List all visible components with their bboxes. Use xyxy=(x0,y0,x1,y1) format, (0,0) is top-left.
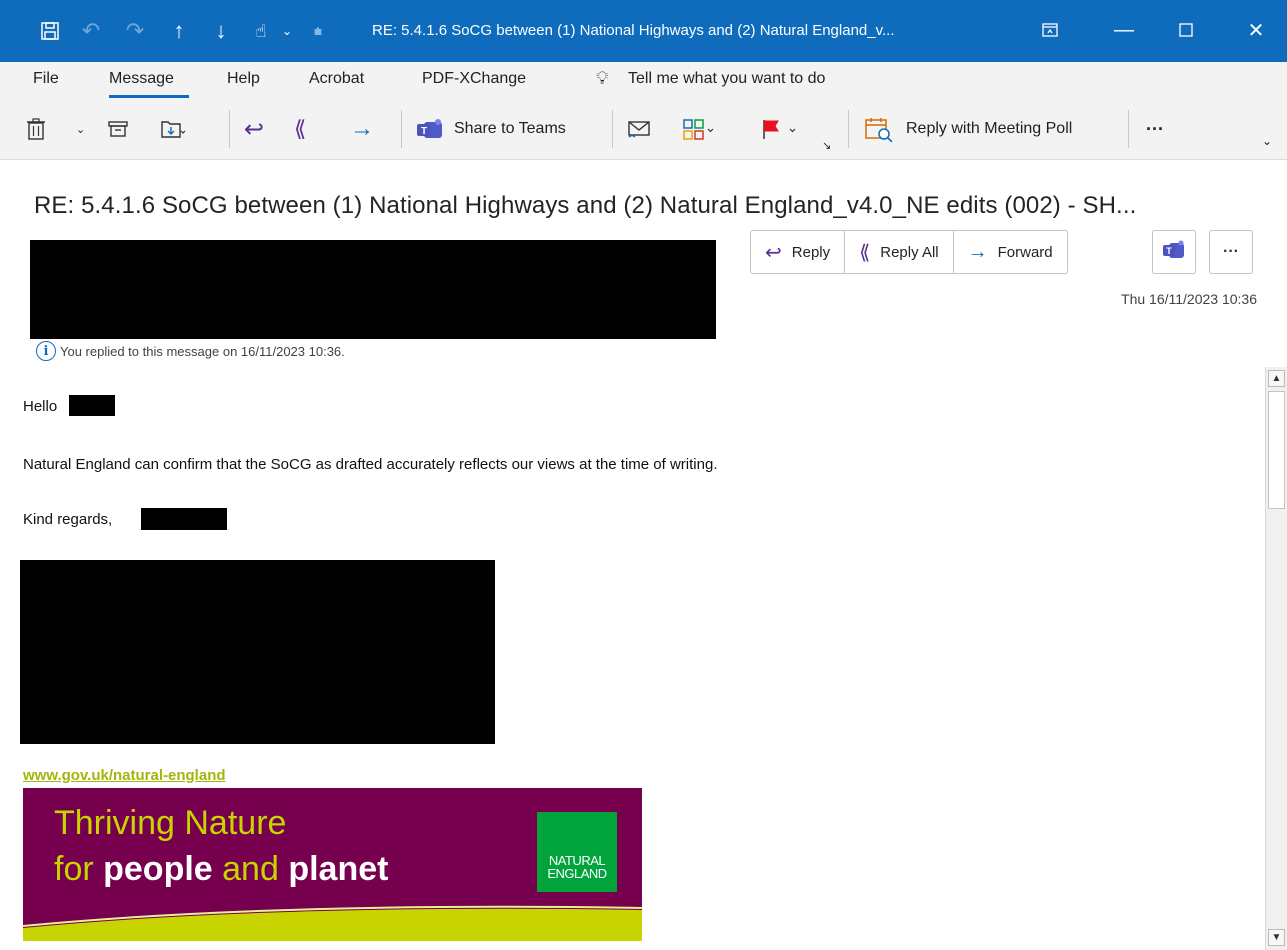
natural-england-banner: Thriving Nature for people and planet NA… xyxy=(23,788,642,941)
header-reply-all-label: Reply All xyxy=(880,243,939,261)
header-forward-label: Forward xyxy=(997,243,1053,261)
banner-line-2: for people and planet xyxy=(54,850,388,889)
reply-with-meeting-poll-label: Reply with Meeting Poll xyxy=(906,120,1073,137)
categorize-icon xyxy=(682,118,718,140)
up-arrow-icon[interactable]: ↑ xyxy=(164,14,194,48)
svg-text:T: T xyxy=(421,126,427,137)
reply-actions-group: ↩ Reply ⟪ Reply All → Forward xyxy=(750,230,1068,274)
close-icon[interactable]: ✕ xyxy=(1234,10,1278,50)
body-paragraph: Natural England can confirm that the SoC… xyxy=(23,456,718,473)
reply-icon: ↩ xyxy=(765,241,782,264)
banner-text-planet: planet xyxy=(288,850,389,888)
logo-line-2: ENGLAND xyxy=(547,866,607,881)
email-subject: RE: 5.4.1.6 SoCG between (1) National Hi… xyxy=(34,192,1137,219)
maximize-icon[interactable] xyxy=(1164,10,1208,50)
share-to-teams-label: Share to Teams xyxy=(454,120,566,137)
archive-button[interactable] xyxy=(108,112,128,146)
header-reply-button[interactable]: ↩ Reply xyxy=(751,231,846,273)
ribbon-separator xyxy=(848,110,849,148)
header-teams-button[interactable]: T xyxy=(1152,230,1196,274)
header-reply-label: Reply xyxy=(791,243,831,261)
forward-button[interactable]: → xyxy=(350,112,374,146)
trash-icon xyxy=(26,118,46,140)
envelope-icon xyxy=(627,119,651,139)
svg-text:T: T xyxy=(1166,246,1172,256)
share-to-teams-button[interactable]: T Share to Teams xyxy=(416,112,566,146)
signoff: Kind regards, xyxy=(23,511,113,528)
menu-acrobat[interactable]: Acrobat xyxy=(309,70,364,88)
customize-qat-icon[interactable]: ⩧ xyxy=(308,14,328,48)
save-icon[interactable] xyxy=(38,14,62,48)
natural-england-logo: NATURAL ENGLAND xyxy=(537,812,617,892)
follow-up-button[interactable] xyxy=(760,112,800,146)
replied-info-text: You replied to this message on 16/11/202… xyxy=(60,343,345,359)
email-date: Thu 16/11/2023 10:36 xyxy=(1121,291,1257,307)
scroll-up-arrow-icon[interactable]: ▲ xyxy=(1268,370,1285,387)
tell-me-search[interactable]: Tell me what you want to do xyxy=(628,70,825,88)
header-reply-all-button[interactable]: ⟪ Reply All xyxy=(845,231,954,273)
ribbon-separator xyxy=(229,110,230,148)
title-bar: ↶ ↷ ↑ ↓ ☝ ⌄ ⩧ RE: 5.4.1.6 SoCG between (… xyxy=(0,0,1287,62)
scrollbar-thumb[interactable] xyxy=(1268,391,1285,509)
minimize-icon[interactable]: — xyxy=(1102,10,1146,50)
banner-text-for: for xyxy=(54,850,104,888)
delete-dropdown-chevron-icon[interactable]: ⌄ xyxy=(76,112,85,146)
archive-icon xyxy=(108,120,128,138)
banner-line-1: Thriving Nature xyxy=(54,804,287,842)
expand-ribbon-chevron-icon[interactable]: ⌄ xyxy=(1262,124,1272,158)
reply-all-button[interactable]: ⟪ xyxy=(294,112,306,146)
header-more-button[interactable]: ··· xyxy=(1209,230,1253,274)
banner-text-people: people xyxy=(103,850,213,888)
flag-icon xyxy=(760,118,800,140)
redacted-signature-block xyxy=(20,560,495,744)
lightbulb-icon: 💡︎ xyxy=(596,68,609,88)
reply-all-icon: ⟪ xyxy=(859,241,871,264)
restore-window-icon[interactable] xyxy=(1028,10,1072,50)
move-to-folder-icon xyxy=(160,118,186,140)
dialog-launcher-icon[interactable]: ↘ xyxy=(822,128,831,162)
ribbon-separator xyxy=(612,110,613,148)
more-commands-button[interactable]: ··· xyxy=(1146,112,1164,146)
meeting-poll-icon xyxy=(864,116,894,142)
menu-pdf-xchange[interactable]: PDF-XChange xyxy=(422,70,526,88)
reply-all-icon: ⟪ xyxy=(294,116,307,141)
forward-icon: → xyxy=(350,115,374,142)
header-forward-button[interactable]: → Forward xyxy=(954,231,1067,273)
reply-with-meeting-poll-button[interactable]: Reply with Meeting Poll xyxy=(864,112,1072,146)
undo-icon[interactable]: ↶ xyxy=(76,14,106,48)
ribbon: ⌄ ↩ ⟪ → T Share to Teams ↘ Reply with Me… xyxy=(0,98,1287,160)
ribbon-separator xyxy=(401,110,402,148)
redo-icon[interactable]: ↷ xyxy=(120,14,150,48)
window-title: RE: 5.4.1.6 SoCG between (1) National Hi… xyxy=(372,22,895,39)
banner-wave-shape xyxy=(23,905,642,941)
categorize-button[interactable] xyxy=(682,112,718,146)
chevron-down-icon[interactable]: ⌄ xyxy=(280,14,294,48)
unread-read-button[interactable] xyxy=(627,112,651,146)
greeting: Hello xyxy=(23,398,58,415)
menu-file[interactable]: File xyxy=(33,70,59,88)
banner-text-and: and xyxy=(212,850,289,888)
menu-help[interactable]: Help xyxy=(227,70,260,88)
natural-england-link[interactable]: www.gov.uk/natural-england xyxy=(23,767,226,784)
menu-message[interactable]: Message xyxy=(109,70,174,88)
teams-icon: T xyxy=(1162,240,1186,265)
move-button[interactable] xyxy=(160,112,186,146)
delete-button[interactable] xyxy=(26,112,46,146)
scroll-down-arrow-icon[interactable]: ▼ xyxy=(1268,929,1285,946)
down-arrow-icon[interactable]: ↓ xyxy=(206,14,236,48)
touch-mode-icon[interactable]: ☝ xyxy=(246,14,276,48)
redacted-name xyxy=(69,395,115,416)
ribbon-separator xyxy=(1128,110,1129,148)
menu-bar: File Message Help Acrobat PDF-XChange 💡︎… xyxy=(0,62,1287,98)
teams-icon: T xyxy=(416,118,444,140)
redacted-name xyxy=(141,508,227,530)
replied-info-bar: i You replied to this message on 16/11/2… xyxy=(36,341,345,361)
info-icon: i xyxy=(36,341,56,361)
forward-icon: → xyxy=(967,240,988,263)
reply-icon: ↩ xyxy=(244,115,265,143)
reply-button[interactable]: ↩ xyxy=(244,112,264,146)
redacted-sender-block xyxy=(30,240,716,339)
